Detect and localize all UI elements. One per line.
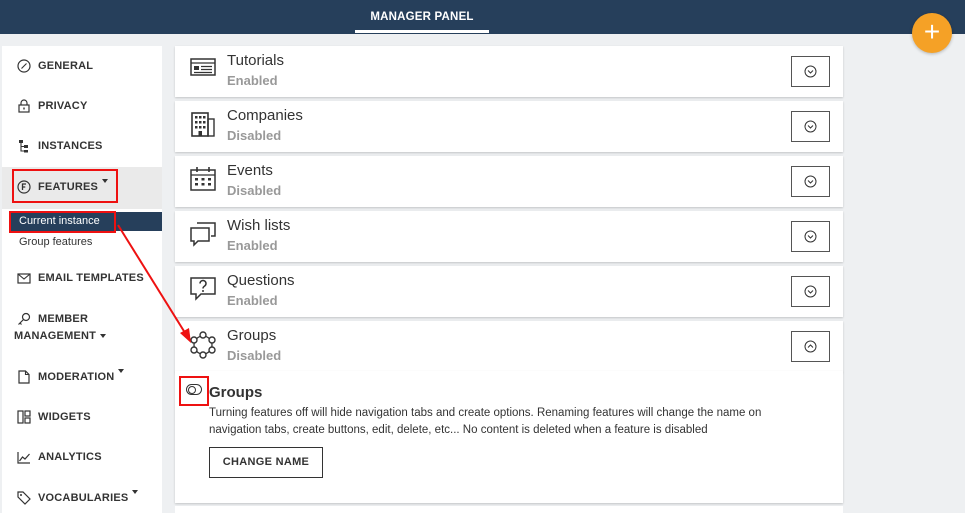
lock-icon xyxy=(16,98,32,114)
chevron-down-circle-icon xyxy=(804,175,817,188)
tag-icon xyxy=(16,490,32,506)
app: MANAGER PANEL + GENERAL PRIVACY INSTANCE… xyxy=(0,0,965,513)
change-name-button[interactable]: CHANGE NAME xyxy=(209,447,323,478)
sidebar-item-general[interactable]: GENERAL xyxy=(2,58,162,74)
chevron-down-circle-icon xyxy=(804,120,817,133)
sidebar-subitem-group-features[interactable]: Group features xyxy=(19,236,92,248)
chart-icon xyxy=(16,449,32,465)
feature-row-tutorials[interactable]: Tutorials Enabled xyxy=(175,46,843,97)
chevron-down-icon xyxy=(118,369,125,373)
feature-status: Disabled xyxy=(227,348,282,363)
sidebar: GENERAL PRIVACY INSTANCES FEATURES Curre… xyxy=(2,46,162,513)
sidebar-label-management-line: MANAGEMENT xyxy=(2,328,162,344)
feature-status: Enabled xyxy=(227,238,278,253)
expand-button[interactable] xyxy=(791,56,830,87)
plus-icon: + xyxy=(923,16,941,47)
feature-row-events[interactable]: Events Disabled xyxy=(175,156,843,207)
top-bar: MANAGER PANEL xyxy=(0,0,965,34)
sidebar-item-instances[interactable]: INSTANCES xyxy=(2,138,162,154)
chat-bubbles-icon xyxy=(189,221,217,247)
active-tab-underline xyxy=(355,30,489,33)
expand-button[interactable] xyxy=(791,221,830,252)
groups-detail-panel: Groups Turning features off will hide na… xyxy=(175,371,843,503)
sidebar-label-instances: INSTANCES xyxy=(38,140,103,152)
feature-row-groups[interactable]: Groups Disabled xyxy=(175,321,843,372)
feature-status: Disabled xyxy=(227,183,282,198)
tutorial-icon xyxy=(189,56,217,82)
sidebar-item-widgets[interactable]: WIDGETS xyxy=(2,409,162,425)
feature-row-questions[interactable]: Questions Enabled xyxy=(175,266,843,317)
sidebar-label-general: GENERAL xyxy=(38,60,94,72)
building-icon xyxy=(189,111,217,137)
sidebar-label-email-templates: EMAIL TEMPLATES xyxy=(38,272,144,284)
chevron-down-icon xyxy=(100,334,107,339)
sidebar-label-widgets: WIDGETS xyxy=(38,411,91,423)
detail-title: Groups xyxy=(209,384,263,401)
sidebar-item-moderation[interactable]: MODERATION xyxy=(2,369,162,385)
feature-status: Disabled xyxy=(227,128,282,143)
sidebar-label-moderation: MODERATION xyxy=(38,371,115,383)
feature-status: Enabled xyxy=(227,73,278,88)
feature-name: Groups xyxy=(227,327,277,344)
sidebar-item-vocabularies[interactable]: VOCABULARIES xyxy=(2,490,162,506)
feature-name: Companies xyxy=(227,107,303,124)
next-row-edge xyxy=(175,506,843,513)
add-button[interactable]: + xyxy=(912,13,952,53)
groups-icon xyxy=(189,331,217,359)
sidebar-item-email-templates[interactable]: EMAIL TEMPLATES xyxy=(2,270,162,286)
feature-name: Wish lists xyxy=(227,217,291,234)
manager-panel-tab[interactable]: MANAGER PANEL xyxy=(355,0,489,34)
feature-status: Enabled xyxy=(227,293,278,308)
expand-button[interactable] xyxy=(791,111,830,142)
widgets-icon xyxy=(16,409,32,425)
feature-name: Events xyxy=(227,162,273,179)
chevron-down-icon xyxy=(132,490,139,494)
sidebar-label-management: MANAGEMENT xyxy=(14,330,97,342)
sidebar-label-member: MEMBER xyxy=(38,313,89,325)
collapse-button[interactable] xyxy=(791,331,830,362)
feature-name: Questions xyxy=(227,272,295,289)
hierarchy-icon xyxy=(16,138,32,154)
document-icon xyxy=(16,369,32,385)
sidebar-item-privacy[interactable]: PRIVACY xyxy=(2,98,162,114)
annotation-box-toggle xyxy=(179,376,209,406)
chevron-down-circle-icon xyxy=(804,65,817,78)
detail-description: Turning features off will hide navigatio… xyxy=(209,407,762,436)
key-icon xyxy=(16,311,32,327)
feature-row-wish-lists[interactable]: Wish lists Enabled xyxy=(175,211,843,262)
compass-icon xyxy=(16,58,32,74)
chevron-down-circle-icon xyxy=(804,230,817,243)
annotation-box-current-instance xyxy=(9,211,116,233)
question-icon xyxy=(189,276,217,302)
sidebar-item-member-management[interactable]: MEMBER MANAGEMENT xyxy=(2,311,162,344)
chevron-down-circle-icon xyxy=(804,285,817,298)
sidebar-item-analytics[interactable]: ANALYTICS xyxy=(2,449,162,465)
sidebar-label-analytics: ANALYTICS xyxy=(38,451,102,463)
annotation-box-features xyxy=(12,169,118,203)
feature-name: Tutorials xyxy=(227,52,284,69)
feature-row-companies[interactable]: Companies Disabled xyxy=(175,101,843,152)
envelope-icon xyxy=(16,270,32,286)
chevron-up-circle-icon xyxy=(804,340,817,353)
expand-button[interactable] xyxy=(791,166,830,197)
sidebar-label-privacy: PRIVACY xyxy=(38,100,88,112)
calendar-icon xyxy=(189,166,217,192)
expand-button[interactable] xyxy=(791,276,830,307)
sidebar-label-vocabularies: VOCABULARIES xyxy=(38,492,129,504)
